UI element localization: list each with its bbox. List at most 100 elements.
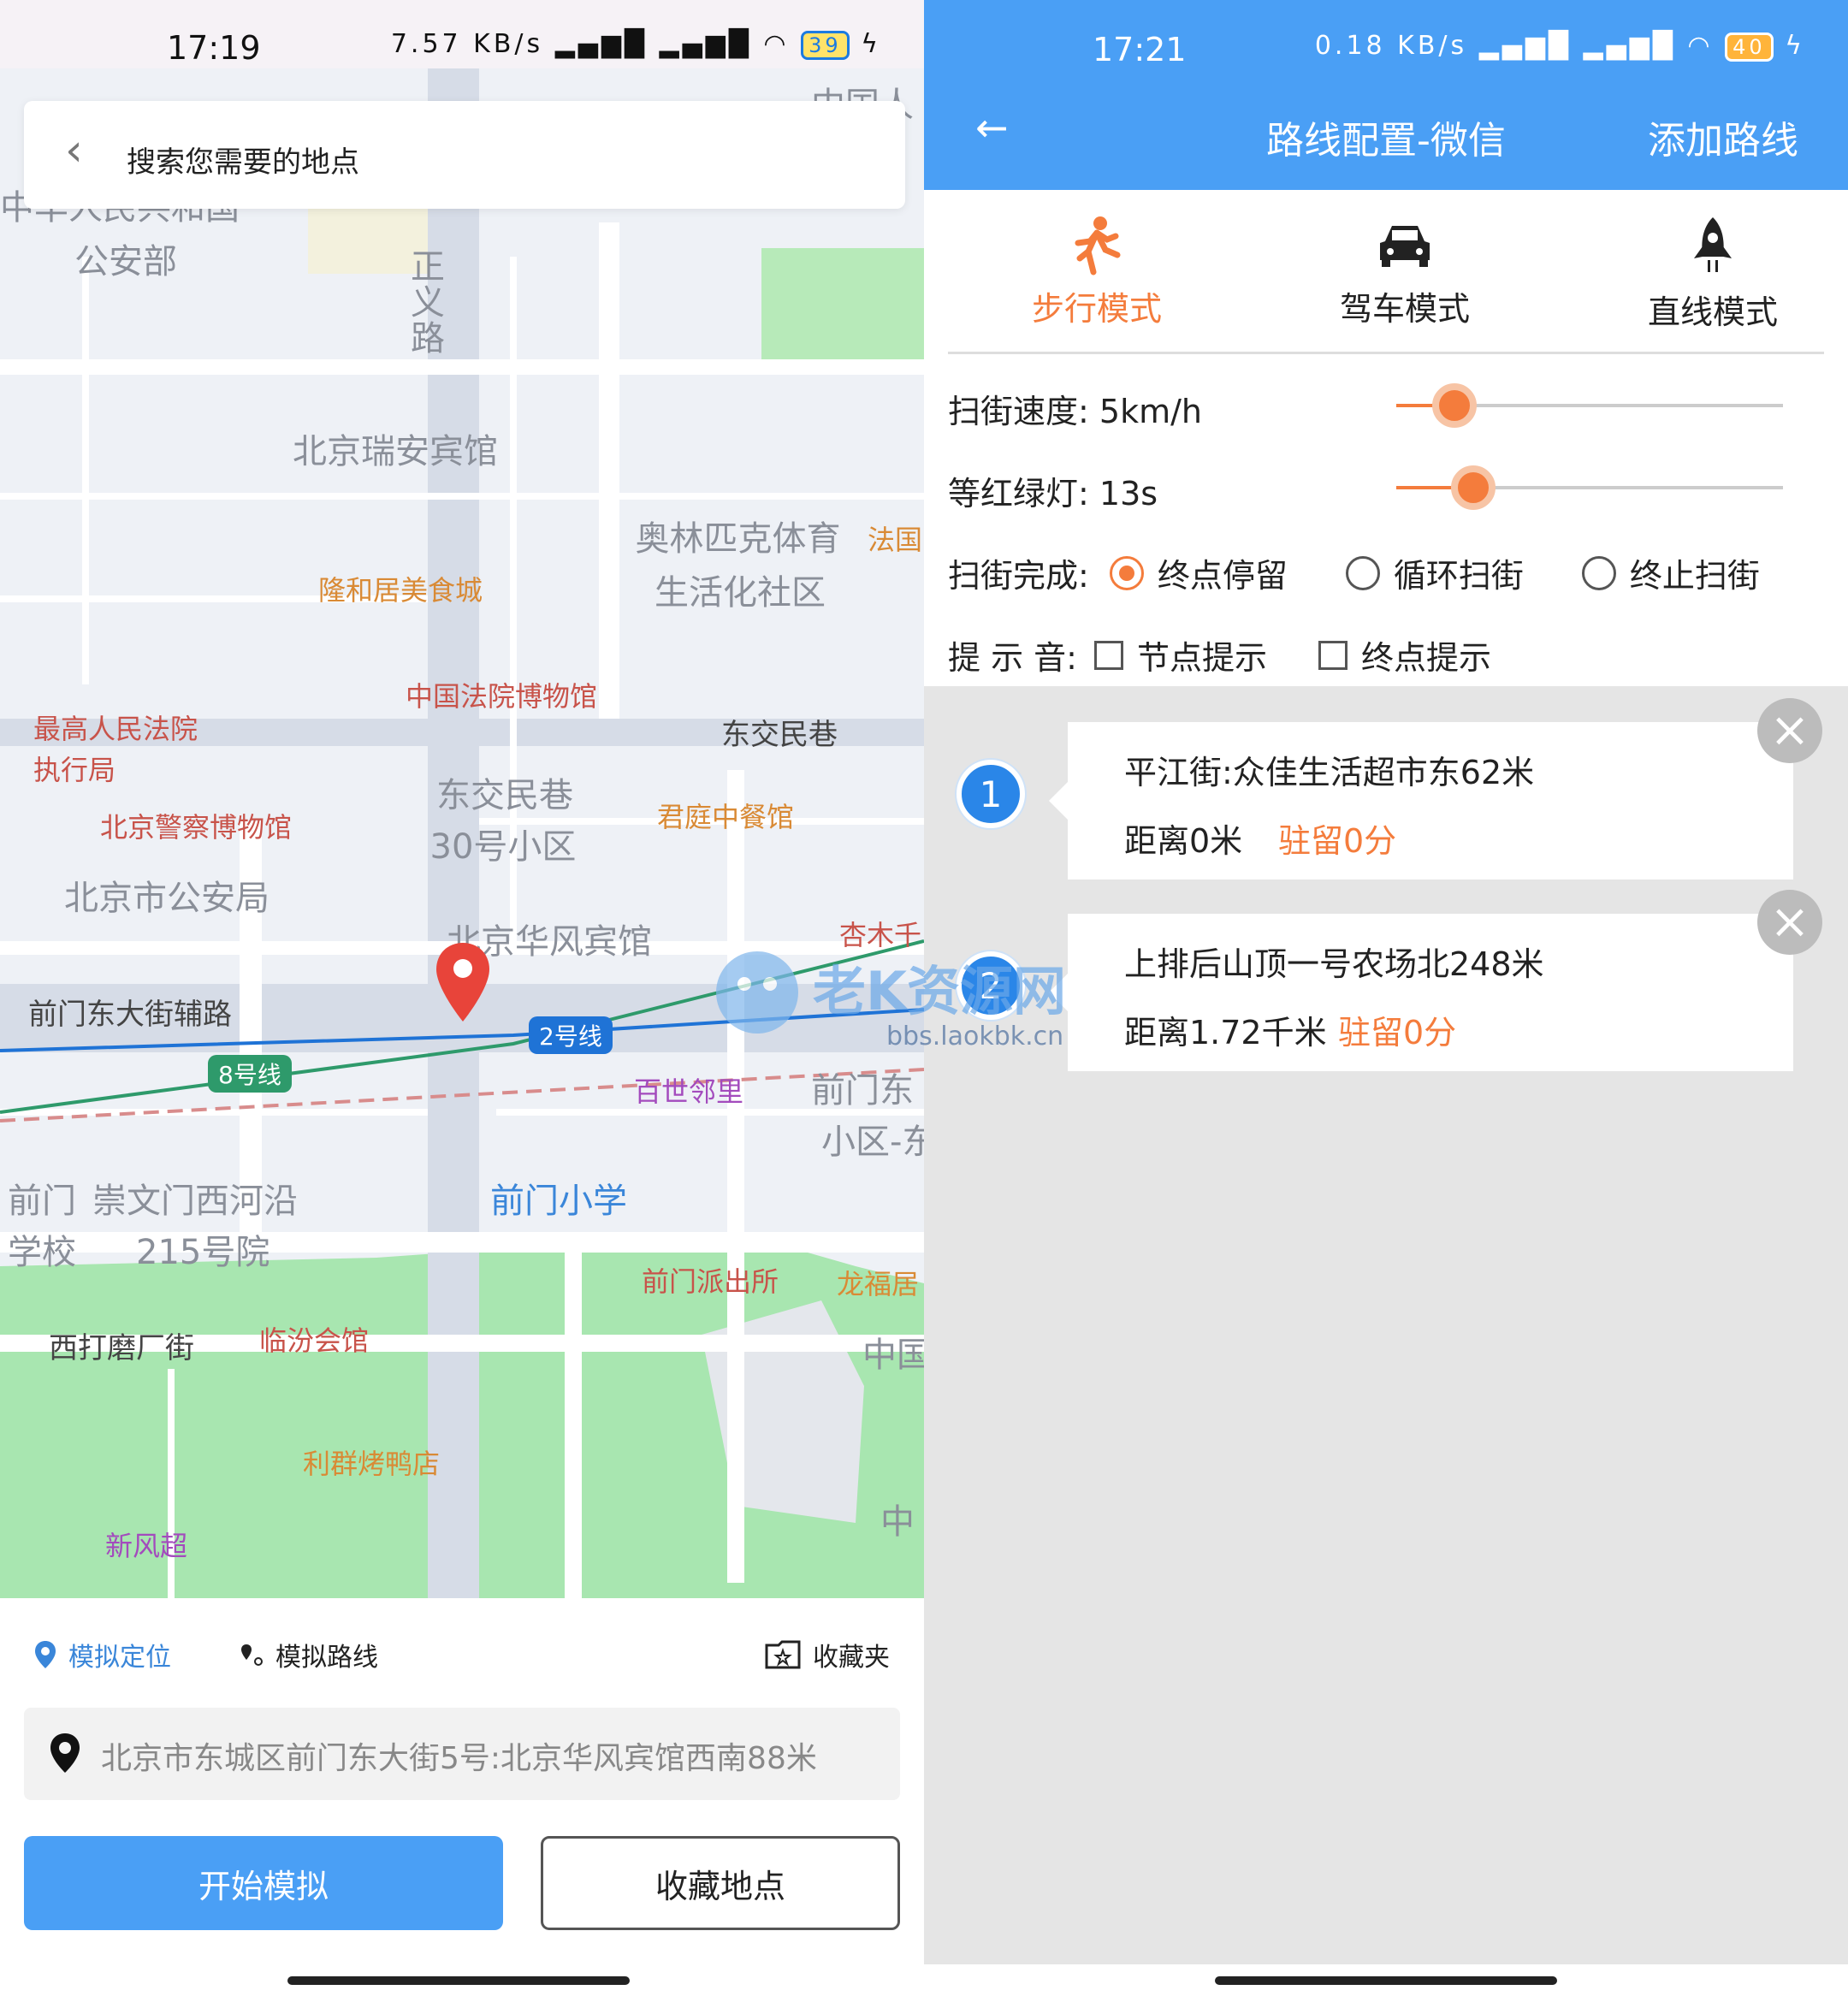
status-time: 17:19 bbox=[167, 29, 261, 67]
traffic-light-slider[interactable] bbox=[1396, 465, 1783, 510]
map-label[interactable]: 前门东大街辅路 bbox=[28, 991, 232, 1033]
checkbox-box bbox=[1093, 640, 1123, 670]
home-indicator[interactable] bbox=[1215, 1976, 1557, 1985]
traffic-light-slider-thumb[interactable] bbox=[1451, 465, 1496, 510]
tab-line-mode-label: 直线模式 bbox=[1647, 293, 1778, 331]
tab-drive-mode[interactable]: 驾车模式 bbox=[1319, 216, 1490, 329]
save-location-button[interactable]: 收藏地点 bbox=[541, 1836, 900, 1930]
map-label[interactable]: 中 bbox=[880, 1494, 915, 1543]
tab-simulate-location[interactable]: 模拟定位 bbox=[34, 1636, 171, 1673]
map-label[interactable]: 隆和居美食城 bbox=[318, 569, 483, 608]
map-label[interactable]: 北京瑞安宾馆 bbox=[293, 424, 498, 473]
map-label[interactable]: 东交民巷 bbox=[436, 767, 573, 817]
completion-label: 扫街完成: bbox=[948, 557, 1089, 595]
traffic-light-row: 等红绿灯: 13s bbox=[948, 467, 1158, 514]
speed-slider-thumb[interactable] bbox=[1431, 383, 1477, 428]
map-label[interactable]: 小区-东 bbox=[821, 1114, 924, 1164]
status-icons: 0.18 KB/s ▂▄▆█ ▂▄▆█ ◠ 40 ϟ bbox=[1315, 31, 1805, 62]
checkbox-end-alert-label: 终点提示 bbox=[1360, 639, 1491, 677]
status-icons: 7.57 KB/s ▂▄▆█ ▂▄▆█ ◠ 39 ϟ bbox=[391, 29, 881, 60]
close-icon[interactable]: × bbox=[1757, 698, 1822, 763]
speed-slider[interactable] bbox=[1396, 383, 1783, 428]
metro-line-badge: 8号线 bbox=[208, 1055, 292, 1093]
bottom-panel: 模拟定位 模拟路线 收藏夹 北京市东城区前门东大街5号:北京华风宾馆西南88米 bbox=[0, 1598, 924, 2002]
map-label[interactable]: 前门小学 bbox=[490, 1173, 627, 1223]
map-label[interactable]: 执行局 bbox=[33, 749, 116, 788]
route-item-address: 平江街:众佳生活超市东62米 bbox=[1124, 754, 1535, 791]
map-view[interactable]: 中华人民共和国公安部正义路北京瑞安宾馆奥林匹克体育生活化社区隆和居美食城中国法院… bbox=[0, 0, 924, 1598]
checkbox-end-alert[interactable]: 终点提示 bbox=[1318, 631, 1491, 678]
tab-simulate-route-label: 模拟路线 bbox=[275, 1643, 378, 1673]
route-item-stay[interactable]: 驻留0分 bbox=[1278, 814, 1396, 862]
map-label[interactable]: 北京警察博物馆 bbox=[100, 806, 292, 845]
tab-favorites[interactable]: 收藏夹 bbox=[765, 1636, 890, 1673]
map-label[interactable]: 路 bbox=[411, 311, 445, 360]
map-pin-icon bbox=[50, 1733, 80, 1773]
location-marker-icon[interactable] bbox=[435, 941, 491, 1023]
app-header: 17:21 0.18 KB/s ▂▄▆█ ▂▄▆█ ◠ 40 ϟ ← 路线配置-… bbox=[924, 0, 1848, 190]
search-placeholder[interactable]: 搜索您需要的地点 bbox=[127, 139, 359, 181]
radio-loop-label: 循环扫街 bbox=[1393, 557, 1524, 595]
watermark-logo: 老K资源网 bbs.laokbk.cn bbox=[710, 933, 1155, 1078]
map-label[interactable]: 龙福居 bbox=[837, 1263, 919, 1302]
net-speed: 7.57 KB/s bbox=[390, 29, 544, 59]
map-label[interactable]: 北京市公安局 bbox=[64, 870, 270, 920]
route-item-distance: 距离0米 bbox=[1124, 822, 1243, 860]
tab-walk-mode[interactable]: 步行模式 bbox=[1011, 216, 1182, 329]
add-route-button[interactable]: 添加路线 bbox=[1648, 110, 1798, 164]
current-address-box[interactable]: 北京市东城区前门东大街5号:北京华风宾馆西南88米 bbox=[24, 1708, 900, 1800]
map-label[interactable]: 前门派出所 bbox=[642, 1260, 779, 1300]
charging-icon: ϟ bbox=[861, 29, 881, 59]
map-label[interactable]: 西打磨厂街 bbox=[49, 1324, 194, 1366]
radio-stay-at-end-label: 终点停留 bbox=[1157, 557, 1288, 595]
map-label[interactable]: 最高人民法院 bbox=[33, 708, 198, 747]
speed-row: 扫街速度: 5km/h bbox=[948, 385, 1202, 432]
back-arrow-icon[interactable]: ‹ bbox=[65, 125, 83, 176]
map-label[interactable]: 新风超 bbox=[105, 1525, 187, 1564]
radio-dot bbox=[1109, 555, 1144, 590]
map-label[interactable]: 法国 bbox=[868, 518, 922, 558]
close-icon[interactable]: × bbox=[1757, 890, 1822, 955]
checkbox-node-alert[interactable]: 节点提示 bbox=[1093, 631, 1267, 678]
map-label[interactable]: 东交民巷 bbox=[721, 711, 838, 753]
car-icon bbox=[1380, 226, 1430, 267]
traffic-light-value: 13s bbox=[1099, 475, 1158, 512]
route-item[interactable]: 上排后山顶一号农场北248米 距离1.72千米 驻留0分 bbox=[1049, 914, 1793, 1071]
signal-icon: ▂▄▆█ ▂▄▆█ bbox=[1478, 31, 1676, 61]
search-bar[interactable]: ‹ 搜索您需要的地点 bbox=[24, 101, 905, 209]
home-indicator[interactable] bbox=[287, 1976, 630, 1985]
radio-stop[interactable]: 终止扫街 bbox=[1581, 549, 1760, 596]
tab-favorites-label: 收藏夹 bbox=[813, 1643, 890, 1673]
map-label[interactable]: 君庭中餐馆 bbox=[657, 796, 794, 835]
status-time: 17:21 bbox=[1093, 31, 1187, 68]
battery-icon: 39 bbox=[801, 31, 850, 60]
radio-stay-at-end[interactable]: 终点停留 bbox=[1109, 549, 1288, 596]
map-label[interactable]: 崇文门西河沿 bbox=[92, 1173, 298, 1223]
map-label[interactable]: 临汾会馆 bbox=[259, 1319, 369, 1359]
map-label[interactable]: 前门 bbox=[8, 1173, 76, 1223]
start-simulation-button[interactable]: 开始模拟 bbox=[24, 1836, 503, 1930]
map-label[interactable]: 学校 bbox=[8, 1224, 76, 1274]
map-label[interactable]: 生活化社区 bbox=[654, 565, 826, 614]
tab-walk-mode-label: 步行模式 bbox=[1031, 290, 1162, 328]
map-label[interactable]: 30号小区 bbox=[430, 819, 577, 868]
route-item-stay[interactable]: 驻留0分 bbox=[1338, 1006, 1456, 1053]
map-label[interactable]: 中国 bbox=[862, 1327, 924, 1377]
map-label[interactable]: 奥林匹克体育 bbox=[636, 511, 841, 560]
radio-stop-label: 终止扫街 bbox=[1629, 557, 1760, 595]
tab-simulate-route[interactable]: 模拟路线 bbox=[240, 1636, 378, 1673]
sound-label: 提 示 音: bbox=[948, 639, 1077, 677]
mode-tab-row: 模拟定位 模拟路线 收藏夹 bbox=[0, 1598, 924, 1701]
radio-loop[interactable]: 循环扫街 bbox=[1345, 549, 1524, 596]
route-item-address: 上排后山顶一号农场北248米 bbox=[1124, 945, 1544, 983]
route-item[interactable]: 平江街:众佳生活超市东62米 距离0米 驻留0分 bbox=[1049, 722, 1793, 880]
completion-row: 扫街完成: 终点停留 循环扫街 终止扫街 bbox=[948, 549, 1798, 596]
tab-line-mode[interactable]: 直线模式 bbox=[1627, 216, 1798, 333]
map-label[interactable]: 公安部 bbox=[74, 234, 177, 283]
map-label[interactable]: 215号院 bbox=[136, 1224, 270, 1274]
charging-icon: ϟ bbox=[1785, 31, 1805, 61]
map-label[interactable]: 利群烤鸭店 bbox=[303, 1442, 440, 1482]
traffic-light-label: 等红绿灯: bbox=[948, 475, 1089, 512]
route-number-badge: 1 bbox=[957, 760, 1025, 828]
map-label[interactable]: 中国法院博物馆 bbox=[406, 675, 597, 714]
